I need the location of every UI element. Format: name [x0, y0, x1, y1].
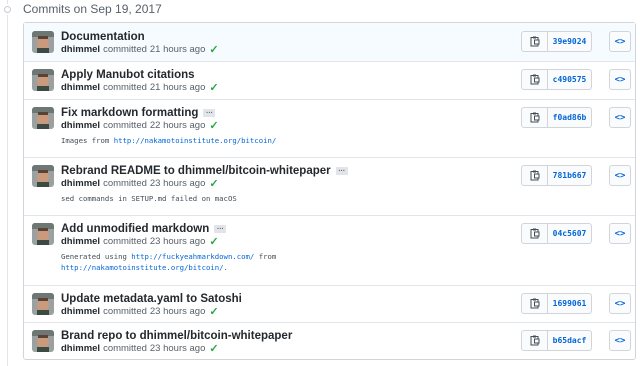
clipboard-icon	[530, 170, 539, 181]
commit-title-link[interactable]: Rebrand README to dhimmel/bitcoin-whitep…	[61, 164, 331, 178]
commit-row: Brand repo to dhimmel/bitcoin-whitepaper…	[24, 322, 635, 359]
code-icon: <>	[614, 170, 626, 181]
clipboard-icon	[530, 36, 539, 47]
commit-row: Apply Manubot citations dhimmel committe…	[24, 61, 635, 99]
avatar[interactable]	[32, 165, 54, 187]
commit-title-link[interactable]: Brand repo to dhimmel/bitcoin-whitepaper	[61, 329, 292, 343]
code-icon: <>	[614, 112, 626, 123]
avatar[interactable]	[32, 223, 54, 245]
browse-repo-button[interactable]: <>	[609, 223, 631, 244]
commit-time: 23 hours ago	[149, 178, 206, 189]
commit-action-text: committed	[103, 82, 147, 93]
commit-row: Fix markdown formatting … dhimmel commit…	[24, 99, 635, 157]
commit-sha-button[interactable]: 781b667	[548, 165, 592, 186]
commit-row: Documentation dhimmel committed 21 hours…	[24, 23, 635, 61]
commit-action-text: committed	[103, 306, 147, 317]
commit-author-link[interactable]: dhimmel	[61, 236, 100, 248]
commit-title-link[interactable]: Add unmodified markdown	[61, 222, 209, 236]
copy-sha-button[interactable]	[521, 223, 548, 244]
avatar[interactable]	[32, 293, 54, 315]
avatar[interactable]	[32, 107, 54, 129]
ellipsis-icon[interactable]: …	[203, 108, 216, 117]
commit-time: 21 hours ago	[149, 82, 206, 93]
check-icon[interactable]: ✓	[209, 344, 218, 355]
commit-time: 21 hours ago	[149, 44, 206, 55]
description-link[interactable]: http://fuckyeahmarkdown.com/	[131, 252, 254, 261]
code-icon: <>	[614, 74, 626, 85]
clipboard-icon	[530, 74, 539, 85]
avatar[interactable]	[32, 330, 54, 352]
commit-row: Update metadata.yaml to Satoshi dhimmel …	[24, 285, 635, 322]
commit-group-title: Commits on Sep 19, 2017	[23, 2, 162, 16]
commit-action-text: committed	[103, 178, 147, 189]
browse-repo-button[interactable]: <>	[609, 69, 631, 90]
commit-title-link[interactable]: Update metadata.yaml to Satoshi	[61, 292, 242, 306]
commit-description: sed commands in SETUP.md failed on macOS	[61, 194, 237, 203]
avatar[interactable]	[32, 69, 54, 91]
copy-sha-button[interactable]	[521, 165, 548, 186]
commit-description-line2: http://nakamotoinstitute.org/bitcoin/.	[61, 263, 228, 272]
check-icon[interactable]: ✓	[209, 121, 218, 132]
commit-time: 23 hours ago	[149, 236, 206, 247]
commit-description: Images from http://nakamotoinstitute.org…	[61, 136, 277, 145]
commit-time: 23 hours ago	[149, 306, 206, 317]
check-icon[interactable]: ✓	[209, 237, 218, 248]
commit-title-link[interactable]: Fix markdown formatting	[61, 106, 198, 120]
commit-icon	[2, 4, 13, 15]
avatar[interactable]	[32, 31, 54, 53]
browse-repo-button[interactable]: <>	[609, 330, 631, 351]
check-icon[interactable]: ✓	[209, 83, 218, 94]
copy-sha-button[interactable]	[521, 293, 548, 314]
commit-sha-button[interactable]: 04c5607	[548, 223, 592, 244]
code-icon: <>	[614, 36, 626, 47]
commit-author-link[interactable]: dhimmel	[61, 44, 100, 56]
browse-repo-button[interactable]: <>	[609, 31, 631, 52]
commit-description: Generated using http://fuckyeahmarkdown.…	[61, 252, 277, 261]
check-icon[interactable]: ✓	[209, 45, 218, 56]
commit-author-link[interactable]: dhimmel	[61, 178, 100, 190]
commit-title-link[interactable]: Apply Manubot citations	[61, 68, 195, 82]
check-icon[interactable]: ✓	[209, 307, 218, 318]
commit-author-link[interactable]: dhimmel	[61, 120, 100, 132]
commit-time: 23 hours ago	[149, 343, 206, 354]
check-icon[interactable]: ✓	[209, 179, 218, 190]
commit-time: 22 hours ago	[149, 120, 206, 131]
code-icon: <>	[614, 298, 626, 309]
ellipsis-icon[interactable]: …	[214, 224, 227, 233]
copy-sha-button[interactable]	[521, 107, 548, 128]
commit-action-text: committed	[103, 120, 147, 131]
commit-sha-button[interactable]: f0ad86b	[548, 107, 592, 128]
commit-sha-button[interactable]: 39e9024	[548, 31, 592, 52]
clipboard-icon	[530, 335, 539, 346]
clipboard-icon	[530, 228, 539, 239]
commit-author-link[interactable]: dhimmel	[61, 82, 100, 94]
copy-sha-button[interactable]	[521, 330, 548, 351]
commit-list: Documentation dhimmel committed 21 hours…	[23, 22, 636, 360]
ellipsis-icon[interactable]: …	[335, 166, 348, 175]
code-icon: <>	[614, 228, 626, 239]
browse-repo-button[interactable]: <>	[609, 165, 631, 186]
commit-sha-button[interactable]: 1699061	[548, 293, 592, 314]
commit-sha-button[interactable]: c490575	[548, 69, 592, 90]
clipboard-icon	[530, 298, 539, 309]
commit-author-link[interactable]: dhimmel	[61, 343, 100, 355]
commit-row: Add unmodified markdown … dhimmel commit…	[24, 215, 635, 285]
commit-author-link[interactable]: dhimmel	[61, 306, 100, 318]
commit-sha-button[interactable]: b65dacf	[548, 330, 592, 351]
clipboard-icon	[530, 112, 539, 123]
copy-sha-button[interactable]	[521, 69, 548, 90]
description-link[interactable]: http://nakamotoinstitute.org/bitcoin/	[114, 136, 277, 145]
timeline-line	[7, 0, 8, 366]
description-link[interactable]: http://nakamotoinstitute.org/bitcoin/	[61, 263, 224, 272]
commit-action-text: committed	[103, 343, 147, 354]
copy-sha-button[interactable]	[521, 31, 548, 52]
browse-repo-button[interactable]: <>	[609, 107, 631, 128]
browse-repo-button[interactable]: <>	[609, 293, 631, 314]
commit-action-text: committed	[103, 236, 147, 247]
commit-action-text: committed	[103, 44, 147, 55]
commit-row: Rebrand README to dhimmel/bitcoin-whitep…	[24, 157, 635, 215]
code-icon: <>	[614, 335, 626, 346]
commit-title-link[interactable]: Documentation	[61, 30, 145, 44]
